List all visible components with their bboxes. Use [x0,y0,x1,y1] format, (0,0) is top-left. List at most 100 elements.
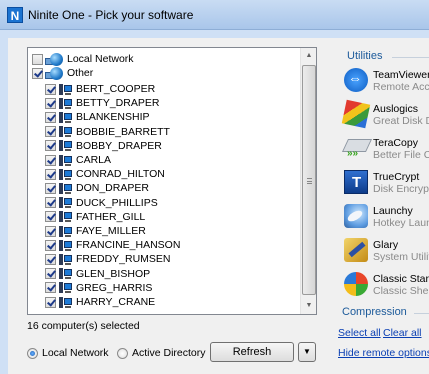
computer-checkbox[interactable] [45,225,56,237]
scroll-thumb[interactable] [302,65,316,295]
computer-name: BETTY_DRAPER [76,97,160,110]
computer-checkbox[interactable] [45,268,56,280]
local-network-radio-option[interactable]: Local Network [27,346,109,360]
tree-item-label: Local Network [67,53,134,65]
computer-checkbox[interactable] [45,296,56,308]
app-item[interactable]: Auslogics Great Disk D [341,99,429,130]
computer-checkbox[interactable] [45,168,56,180]
computer-list-item[interactable]: BOBBIE_BARRETT [45,125,170,139]
computer-name: FREDDY_RUMSEN [76,253,171,266]
computer-icon [59,253,72,266]
computer-list-item[interactable]: BERT_COOPER [45,82,155,96]
computer-list-item[interactable]: GREG_HARRIS [45,281,152,295]
computer-icon [59,239,72,252]
tree-item-other[interactable]: Other [32,66,93,80]
compression-heading: Compression [342,306,407,318]
computer-checkbox[interactable] [45,253,56,265]
computer-checkbox[interactable] [45,282,56,294]
app-item[interactable]: Glary System Utilit [344,236,429,266]
tree-item-local-network[interactable]: Local Network [32,52,134,66]
computer-name: BLANKENSHIP [76,111,150,124]
computer-name: CONRAD_HILTON [76,168,165,181]
active-directory-radio[interactable] [117,347,128,359]
computer-list-item[interactable]: BETTY_DRAPER [45,96,159,110]
computer-name: FATHER_GILL [76,210,146,223]
computer-checkbox[interactable] [45,182,56,194]
scroll-down-button[interactable]: ▼ [301,298,316,314]
select-all-link[interactable]: Select all [338,327,381,339]
computer-name: CARLA [76,154,112,166]
scroll-up-button[interactable]: ▲ [301,48,316,64]
local-network-checkbox[interactable] [32,53,43,65]
computer-icon [59,97,72,110]
computer-list-item[interactable]: FAYE_MILLER [45,224,146,238]
computer-icon [59,139,72,152]
computer-list-item[interactable]: FRANCINE_HANSON [45,238,180,252]
app-item[interactable]: TeamViewerRemote Acce [344,66,429,96]
computer-icon [59,267,72,280]
computer-list-item[interactable]: CARLA [45,153,111,167]
active-directory-radio-option[interactable]: Active Directory [117,346,206,360]
computer-icon [59,182,72,195]
title-bar[interactable]: N Ninite One - Pick your software [0,0,429,30]
computer-name: BOBBY_DRAPER [76,139,162,152]
app-name: Glary [373,239,399,251]
computer-list-item[interactable]: HARRY_CRANE [45,295,155,309]
hide-remote-options-link[interactable]: Hide remote options [338,347,429,359]
network-icon [45,66,63,80]
computer-list-item[interactable]: DUCK_PHILLIPS [45,196,158,210]
computer-list-item[interactable]: BLANKENSHIP [45,110,150,124]
computer-icon [59,225,72,238]
app-description: Great Disk D [373,115,429,127]
app-name: Classic Start [373,273,429,285]
computer-tree[interactable]: Local Network Other BERT_COOPER BETTY_DRA… [27,47,317,315]
utilities-divider [392,57,429,58]
computer-checkbox[interactable] [45,239,56,251]
source-dropdown-button[interactable]: ▼ [298,342,316,362]
app-item[interactable]: TeraCopyBetter File C [344,134,429,164]
computer-checkbox[interactable] [45,111,56,123]
teracopy-icon [344,136,368,160]
computer-checkbox[interactable] [45,83,56,95]
computer-icon [59,111,72,124]
computer-checkbox[interactable] [45,197,56,209]
computer-list-item[interactable]: DON_DRAPER [45,181,149,195]
computer-name: GLEN_BISHOP [76,267,151,280]
app-item[interactable]: Classic Start Classic Shell [344,270,429,300]
other-checkbox[interactable] [32,67,43,79]
computer-icon [59,281,72,294]
computer-list-item[interactable]: FREDDY_RUMSEN [45,252,171,266]
app-description: Disk Encrypt [373,183,429,195]
app-item[interactable]: TrueCryptDisk Encrypt [344,168,429,198]
computer-checkbox[interactable] [45,126,56,138]
teamviewer-icon [344,68,368,92]
radio-label: Active Directory [132,347,206,359]
computer-checkbox[interactable] [45,211,56,223]
glary-icon [344,238,368,262]
computer-name: HARRY_CRANE [76,296,156,308]
clear-all-link[interactable]: Clear all [383,327,422,339]
computer-name: BOBBIE_BARRETT [76,125,170,138]
computer-name: DUCK_PHILLIPS [76,196,158,209]
utilities-heading: Utilities [347,50,383,62]
computer-list-item[interactable]: FATHER_GILL [45,210,145,224]
compression-divider [414,313,429,314]
app-description: Remote Acce [373,81,429,93]
computer-list-item[interactable]: BOBBY_DRAPER [45,139,162,153]
computer-icon [59,196,72,209]
computer-checkbox[interactable] [45,97,56,109]
network-icon [45,52,63,66]
app-item[interactable]: Launchy Hotkey Laun [344,202,429,232]
computer-icon [59,210,72,223]
computer-list-item[interactable]: CONRAD_HILTON [45,167,165,181]
computer-list-item[interactable]: GLEN_BISHOP [45,267,150,281]
tree-item-label: Other [67,67,94,79]
tree-scrollbar[interactable]: ▲ ▼ [300,48,316,314]
app-name: TrueCrypt [373,171,420,183]
refresh-button[interactable]: Refresh [210,342,294,362]
local-network-radio[interactable] [27,347,38,359]
computer-name: FRANCINE_HANSON [76,239,181,252]
computer-checkbox[interactable] [45,154,56,166]
app-description: Better File C [373,149,429,161]
computer-checkbox[interactable] [45,140,56,152]
